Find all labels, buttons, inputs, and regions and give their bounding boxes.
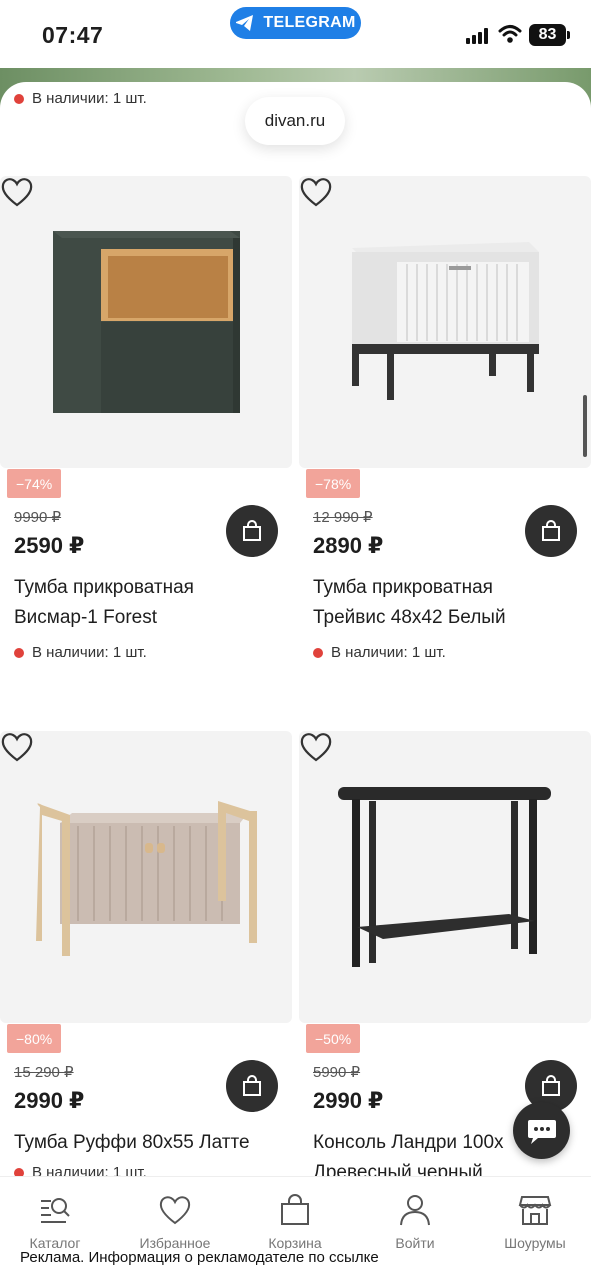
product-card[interactable]: −80% 15 290 ₽ 2990 ₽ Тумба Руффи 80х55 Л…	[0, 731, 292, 1176]
stock-label: В наличии: 1 шт.	[32, 644, 147, 661]
add-to-cart-button[interactable]	[525, 505, 577, 557]
stock-dot-icon	[14, 647, 24, 658]
battery-tip	[567, 31, 570, 39]
product-title-line: Древесный черный	[313, 1162, 483, 1176]
bag-icon	[281, 1194, 309, 1225]
stock-label: В наличии: 1 шт.	[331, 644, 446, 661]
stock-status: В наличии: 1 шт.	[14, 644, 147, 661]
catalog-search-icon	[41, 1198, 70, 1223]
favorite-heart-icon[interactable]	[0, 731, 34, 763]
nav-item-favorites[interactable]: Избранное	[120, 1193, 230, 1251]
partial-stock-status: В наличии: 1 шт.	[14, 90, 147, 107]
product-title[interactable]: Тумба прикроватная Висмар-1 Forest	[14, 573, 289, 633]
add-to-cart-button[interactable]	[226, 1060, 278, 1112]
scroll-indicator[interactable]	[583, 395, 587, 457]
product-image[interactable]	[299, 731, 591, 1023]
telegram-icon	[236, 15, 254, 31]
product-title-line: Тумба прикроватная	[313, 577, 493, 598]
stock-status: В наличии: 1 шт.	[313, 644, 446, 661]
user-icon	[400, 1195, 430, 1226]
telegram-return-pill[interactable]: TELEGRAM	[230, 7, 361, 39]
favorite-heart-icon[interactable]	[299, 731, 333, 763]
discount-badge: −74%	[7, 469, 62, 498]
ad-disclosure-link[interactable]: Реклама. Информация о рекламодателе по с…	[20, 1249, 379, 1266]
product-image[interactable]	[0, 731, 292, 1023]
address-bar[interactable]: divan.ru	[245, 97, 345, 145]
product-title-line: Висмар-1 Forest	[14, 607, 158, 628]
current-price: 2590 ₽	[14, 533, 85, 558]
console-table-black-image	[338, 787, 551, 967]
stock-dot-icon	[14, 1167, 24, 1176]
stock-status: В наличии: 1 шт.	[14, 1164, 147, 1176]
stock-dot-icon	[313, 647, 323, 658]
discount-badge: −78%	[306, 469, 361, 498]
nav-item-catalog[interactable]: Каталог	[0, 1193, 110, 1251]
current-price: 2890 ₽	[313, 533, 384, 558]
favorite-heart-icon[interactable]	[299, 176, 333, 208]
partial-stock-label: В наличии: 1 шт.	[32, 90, 147, 107]
current-price: 2990 ₽	[14, 1088, 85, 1113]
status-time: 07:47	[42, 22, 104, 48]
product-title[interactable]: Тумба прикроватная Трейвис 48х42 Белый	[313, 573, 588, 633]
cellular-signal-icon	[466, 28, 492, 44]
store-icon	[518, 1196, 552, 1225]
storage-bench-latte-image	[36, 801, 257, 956]
nav-item-cart[interactable]: Корзина	[240, 1193, 350, 1251]
favorite-heart-icon[interactable]	[0, 176, 34, 208]
old-price: 5990 ₽	[313, 1064, 361, 1081]
add-to-cart-button[interactable]	[226, 505, 278, 557]
shopping-bag-icon	[243, 520, 261, 541]
address-url: divan.ru	[264, 111, 326, 130]
stock-label: В наличии: 1 шт.	[32, 1164, 147, 1176]
old-price: 15 290 ₽	[14, 1064, 74, 1081]
nav-item-login[interactable]: Войти	[360, 1193, 470, 1251]
heart-icon	[159, 1196, 191, 1225]
shopping-bag-icon	[243, 1075, 261, 1096]
product-card[interactable]: −78% 12 990 ₽ 2890 ₽ Тумба прикроватная …	[299, 176, 591, 696]
status-bar: 07:47 TELEGRAM 83	[0, 0, 591, 68]
current-price: 2990 ₽	[313, 1088, 384, 1113]
shopping-bag-icon	[542, 520, 560, 541]
product-title-line: Тумба Руффи 80х55 Латте	[14, 1132, 250, 1153]
product-image[interactable]	[0, 176, 292, 468]
battery-indicator: 83	[529, 24, 566, 46]
chat-bubble-icon	[527, 1119, 556, 1144]
wifi-icon	[498, 25, 522, 43]
chat-button[interactable]	[513, 1102, 570, 1159]
product-title-line: Тумба прикроватная	[14, 577, 194, 598]
nav-item-showrooms[interactable]: Шоурумы	[480, 1193, 590, 1251]
old-price: 12 990 ₽	[313, 509, 373, 526]
product-image[interactable]	[299, 176, 591, 468]
shopping-bag-icon	[542, 1075, 560, 1096]
product-title-line: Трейвис 48х42 Белый	[313, 607, 506, 628]
old-price: 9990 ₽	[14, 509, 62, 526]
discount-badge: −50%	[306, 1024, 361, 1053]
stock-dot-icon	[14, 93, 24, 104]
nightstand-green-image	[53, 231, 240, 413]
discount-badge: −80%	[7, 1024, 62, 1053]
telegram-label: TELEGRAM	[263, 14, 356, 31]
product-card[interactable]: −74% 9990 ₽ 2590 ₽ Тумба прикроватная Ви…	[0, 176, 292, 696]
nav-label: Шоурумы	[504, 1235, 566, 1251]
nightstand-white-image	[352, 242, 539, 400]
product-title[interactable]: Тумба Руффи 80х55 Латте	[14, 1128, 289, 1158]
